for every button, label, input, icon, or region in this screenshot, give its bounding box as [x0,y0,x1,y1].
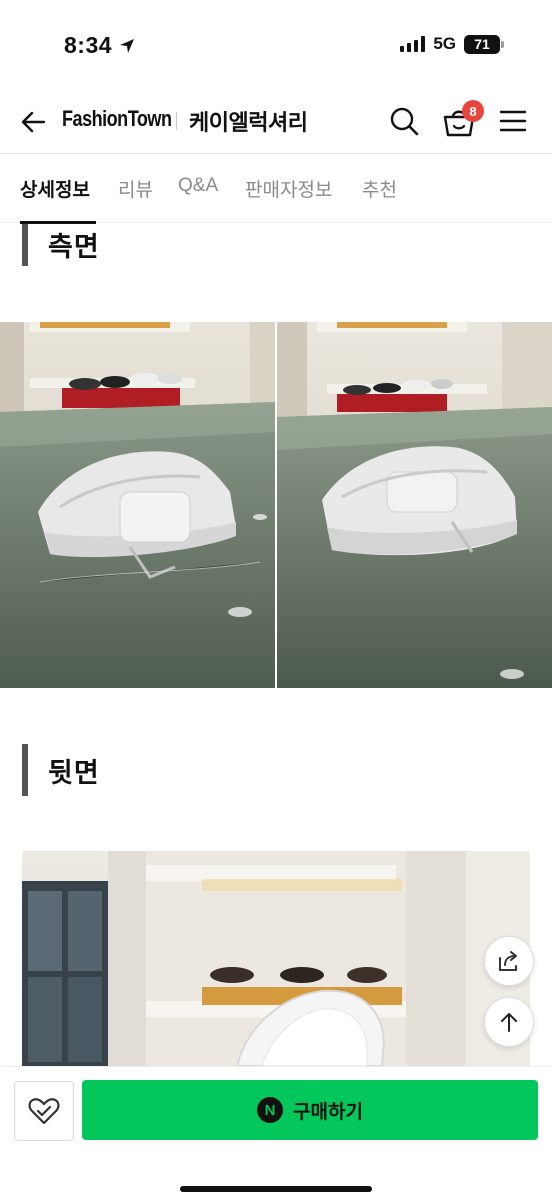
naver-pay-icon: N [257,1097,284,1123]
section-title-text: 측면 [48,231,100,262]
cell-signal-icon [400,36,426,52]
section-title-text: 뒷면 [48,757,100,788]
scroll-to-top-button[interactable] [484,997,534,1047]
product-photo-side-left [0,322,275,688]
share-icon [499,951,517,971]
tab-reviews[interactable]: 리뷰 [118,175,153,202]
search-icon[interactable] [387,104,421,138]
tab-detail-info[interactable]: 상세정보 [20,175,90,202]
back-arrow-icon[interactable] [18,106,50,138]
detail-tabs: 상세정보 리뷰 Q&A 판매자정보 추천 [0,155,552,224]
tab-qna[interactable]: Q&A [178,175,218,197]
tab-seller-info[interactable]: 판매자정보 [245,175,332,202]
status-indicators: 5G 71 [400,34,504,54]
product-detail-content: 측면 뒷면 [0,224,552,1066]
brand-logo[interactable]: FashionTown [62,106,172,132]
battery-icon: 71 [464,34,504,54]
status-time: 8:34 [64,32,136,59]
cart-count-badge: 8 [462,100,484,122]
section-heading-back: 뒷면 [22,744,100,796]
heart-check-icon [28,1098,60,1125]
section-heading-side: 측면 [22,224,100,266]
battery-level: 71 [464,34,500,54]
time-text: 8:34 [64,32,113,58]
location-arrow-icon [120,38,135,53]
header-divider [176,112,177,130]
hamburger-menu-icon[interactable] [498,106,528,136]
product-photo-back [22,851,530,1066]
product-photo-side-right [277,322,552,688]
home-indicator [180,1186,372,1192]
arrow-up-icon [501,1013,517,1032]
status-bar: 8:34 5G 71 [0,0,552,90]
purchase-bar: N 구매하기 [0,1066,552,1200]
buy-button[interactable]: N 구매하기 [82,1080,538,1140]
network-type: 5G [433,34,456,53]
wishlist-button[interactable] [14,1081,74,1141]
app-header: FashionTown 케이엘럭셔리 8 [0,90,552,154]
tab-recommend[interactable]: 추천 [362,175,397,202]
buy-button-label: 구매하기 [293,1101,363,1123]
shop-name[interactable]: 케이엘럭셔리 [189,105,308,137]
share-button[interactable] [484,936,534,986]
